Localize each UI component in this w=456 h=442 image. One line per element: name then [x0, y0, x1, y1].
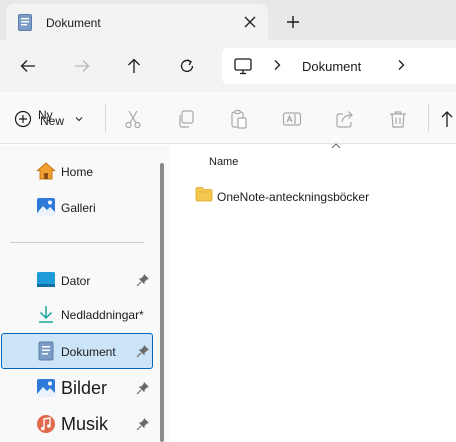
pin-icon[interactable]: [136, 273, 150, 287]
share-button[interactable]: [334, 108, 356, 130]
new-label-en: New: [40, 114, 65, 128]
tab-strip: Dokument: [0, 0, 456, 40]
sidebar-item-label: Home: [61, 165, 94, 179]
pin-icon[interactable]: [136, 417, 150, 431]
copy-button[interactable]: [175, 108, 197, 130]
sort-button[interactable]: [438, 108, 456, 130]
sidebar-item-home[interactable]: Home: [0, 161, 156, 181]
paste-button[interactable]: [228, 108, 250, 130]
sort-arrow-icon: [441, 111, 453, 127]
pin-icon[interactable]: [136, 344, 150, 358]
sidebar-scrollbar[interactable]: [160, 163, 164, 442]
sidebar-item-nedladdningar[interactable]: Nedladdningar*: [0, 304, 156, 324]
rename-button[interactable]: [281, 108, 303, 130]
sidebar-item-galleri[interactable]: Galleri: [0, 197, 156, 217]
arrow-right-icon: [75, 60, 90, 72]
trash-icon: [390, 111, 406, 128]
new-button[interactable]: Ny New: [14, 108, 84, 130]
column-header-name[interactable]: Name: [209, 156, 238, 168]
new-tab-button[interactable]: [283, 12, 303, 32]
close-icon: [244, 16, 256, 28]
clipboard-icon: [231, 109, 247, 129]
copy-icon: [179, 110, 194, 128]
gallery-icon: [36, 197, 56, 217]
new-label: Ny New: [38, 108, 68, 128]
chevron-right-icon[interactable]: [396, 59, 406, 71]
sidebar-item-dokument[interactable]: Dokument: [0, 341, 156, 361]
this-pc-icon[interactable]: [234, 57, 252, 75]
tab-dokument[interactable]: Dokument: [6, 4, 268, 40]
share-icon: [336, 111, 353, 128]
command-divider: [105, 104, 106, 132]
downloads-icon: [36, 304, 56, 324]
cut-button[interactable]: [122, 108, 144, 130]
sidebar-item-musik[interactable]: Musik: [0, 413, 156, 435]
sidebar-item-label: Galleri: [61, 201, 96, 215]
pin-icon[interactable]: [136, 381, 150, 395]
pictures-icon: [36, 378, 56, 398]
sidebar-item-dator[interactable]: Dator: [0, 270, 156, 290]
forward-button[interactable]: [70, 54, 94, 78]
breadcrumb-dokument[interactable]: Dokument: [302, 59, 361, 74]
address-bar[interactable]: Dokument: [222, 48, 456, 84]
documents-icon: [36, 341, 56, 361]
sidebar-divider: [10, 242, 144, 243]
home-icon: [36, 161, 56, 181]
sidebar-item-label: Dokument: [61, 345, 116, 359]
scissors-icon: [125, 110, 141, 129]
delete-button[interactable]: [387, 108, 409, 130]
close-tab-button[interactable]: [240, 12, 260, 32]
sidebar-item-bilder[interactable]: Bilder: [0, 377, 156, 399]
arrow-left-icon: [20, 60, 35, 72]
sidebar-item-label: Bilder: [61, 378, 108, 398]
refresh-button[interactable]: [175, 54, 199, 78]
navigation-bar: Dokument: [0, 40, 456, 92]
tab-title: Dokument: [46, 16, 101, 30]
back-button[interactable]: [16, 54, 40, 78]
plus-icon: [287, 16, 299, 28]
sidebar-item-label: Dator: [61, 274, 91, 288]
add-circle-icon: [14, 110, 32, 128]
chevron-up-icon: [331, 143, 341, 149]
chevron-right-icon[interactable]: [272, 59, 282, 71]
file-name: OneNote-anteckningsböcker: [217, 190, 370, 204]
folder-icon: [195, 187, 213, 202]
desktop-icon: [36, 270, 56, 290]
music-icon: [36, 414, 56, 434]
documents-folder-icon: [18, 14, 32, 31]
refresh-icon: [180, 59, 194, 73]
command-bar: Ny New: [0, 92, 456, 144]
arrow-up-icon: [128, 58, 140, 73]
rename-icon: [282, 112, 302, 126]
sidebar-item-label: Nedladdningar*: [61, 308, 144, 322]
command-divider: [428, 104, 429, 132]
list-item[interactable]: OneNote-anteckningsböcker: [195, 186, 435, 208]
sidebar-item-label: Musik: [61, 414, 109, 434]
chevron-down-icon: [75, 117, 83, 122]
up-button[interactable]: [122, 54, 146, 78]
